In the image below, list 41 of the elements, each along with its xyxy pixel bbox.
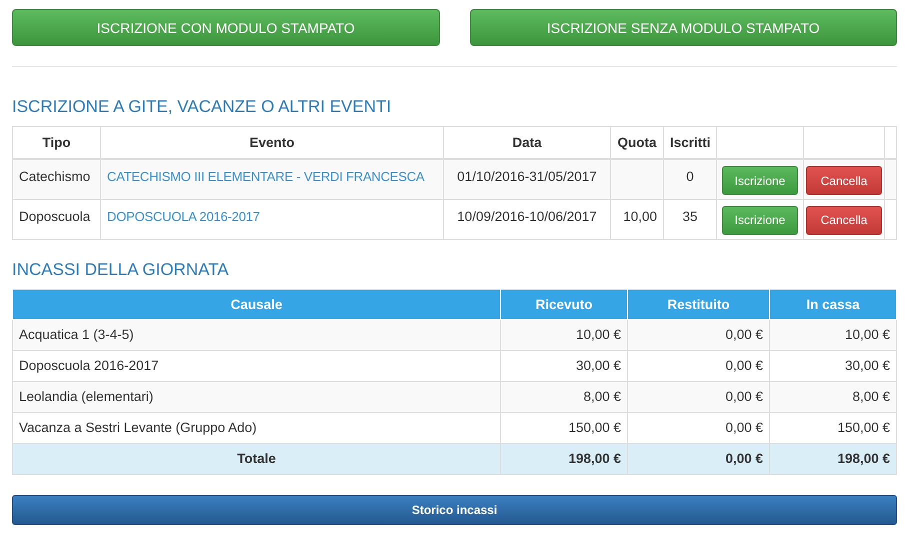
registration-button[interactable]: ISCRIZIONE SENZA MODULO STAMPATO [470,9,897,46]
enroll-button[interactable]: Iscrizione [722,206,798,234]
table-cell: 8,00 € [770,381,896,412]
table-cell: 10,00 [610,199,664,239]
table-cell: Leolandia (elementari) [12,381,500,412]
table-cell: 10/09/2016-10/06/2017 [444,199,610,239]
column-header: Causale [12,289,500,319]
table-cell: 150,00 € [770,412,896,443]
table-cell: 8,00 € [500,381,628,412]
table-cell: 0,00 € [628,381,770,412]
section-title: INCASSI DELLA GIORNATA [12,260,230,280]
table-cell: 150,00 € [500,412,628,443]
cancel-button[interactable]: Cancella [806,166,882,195]
table-cell: 0,00 € [628,412,770,443]
table-cell: 10,00 € [500,319,628,350]
section-title: ISCRIZIONE A GITE, VACANZE O ALTRI EVENTI [12,97,392,117]
table-cell: 35 [664,199,716,239]
table-cell: Doposcuola [12,199,100,239]
table-cell: Totale [12,443,500,474]
table-cell: Acquatica 1 (3-4-5) [12,319,500,350]
table-cell: 30,00 € [770,350,896,381]
column-header: Ricevuto [500,289,628,319]
cancel-button[interactable]: Cancella [806,206,882,234]
table-cell: Catechismo [12,159,100,199]
enroll-button[interactable]: Iscrizione [722,166,798,195]
table-cell: 10,00 € [770,319,896,350]
column-header: In cassa [770,289,896,319]
table-cell: 198,00 € [500,443,628,474]
table-cell: 0,00 € [628,443,770,474]
table-cell: 30,00 € [500,350,628,381]
column-header: Restituito [628,289,770,319]
table-cell: 0 [664,159,716,199]
table-cell: Vacanza a Sestri Levante (Gruppo Ado) [12,412,500,443]
table-cell: 0,00 € [628,350,770,381]
table-cell: Doposcuola 2016-2017 [12,350,500,381]
event-link[interactable]: DOPOSCUOLA 2016-2017 [107,208,260,224]
table-cell: 01/10/2016-31/05/2017 [444,159,610,199]
table-cell: 198,00 € [770,443,896,474]
registration-button[interactable]: ISCRIZIONE CON MODULO STAMPATO [12,9,440,46]
history-button[interactable]: Storico incassi [12,494,897,524]
table-cell: 0,00 € [628,319,770,350]
